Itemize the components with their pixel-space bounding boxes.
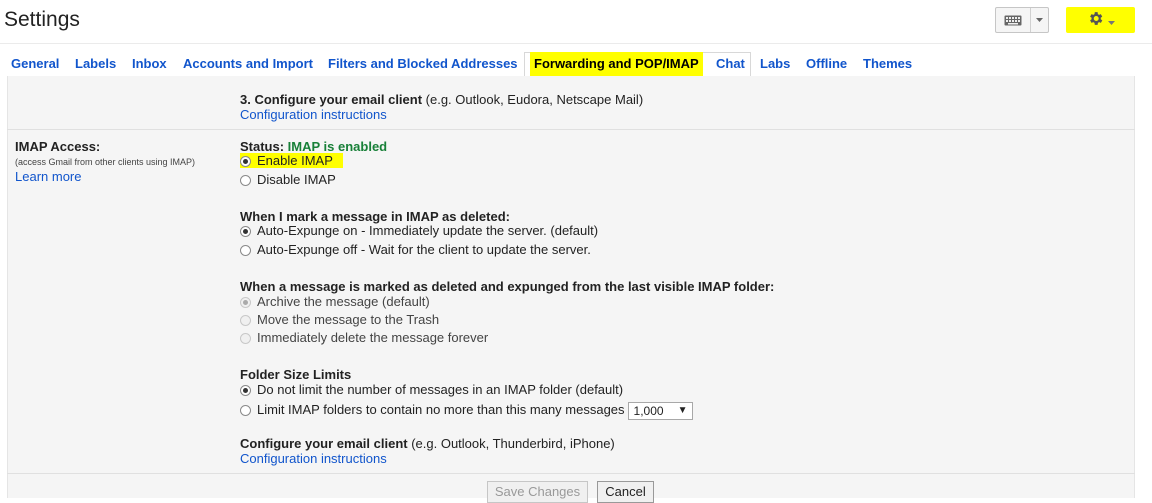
footer-divider [7, 473, 1135, 474]
header-divider [0, 43, 1152, 44]
delete-forever-radio[interactable] [240, 333, 251, 345]
auto-expunge-off-radio[interactable] [240, 245, 251, 257]
input-tools-button[interactable] [995, 7, 1049, 33]
tab-chat[interactable]: Chat [716, 52, 745, 76]
settings-tabs: General Labels Inbox Accounts and Import… [0, 52, 1152, 76]
auto-expunge-off-label: Auto-Expunge off - Wait for the client t… [257, 242, 591, 257]
pop-step3-text: 3. Configure your email client (e.g. Out… [240, 92, 643, 107]
archive-option[interactable]: Archive the message (default) [240, 293, 430, 311]
delete-forever-label: Immediately delete the message forever [257, 330, 489, 345]
imap-config-instructions-link[interactable]: Configuration instructions [240, 451, 387, 466]
trash-option[interactable]: Move the message to the Trash [240, 311, 439, 329]
pop-config-instructions-link[interactable]: Configuration instructions [240, 107, 387, 122]
keyboard-icon[interactable] [996, 8, 1031, 32]
limit-radio[interactable] [240, 405, 251, 417]
save-changes-button[interactable]: Save Changes [487, 481, 588, 503]
tab-forwarding-and-pop-imap[interactable]: Forwarding and POP/IMAP [530, 52, 703, 76]
disable-imap-option[interactable]: Disable IMAP [240, 171, 336, 189]
tab-themes[interactable]: Themes [863, 52, 912, 76]
page-title: Settings [4, 8, 80, 31]
imap-access-label: IMAP Access: [15, 139, 101, 154]
disable-imap-radio[interactable] [240, 175, 251, 187]
enable-imap-option[interactable]: Enable IMAP [240, 152, 343, 170]
trash-label: Move the message to the Trash [257, 312, 440, 327]
tab-offline[interactable]: Offline [806, 52, 847, 76]
gear-icon [1087, 10, 1104, 30]
enable-imap-radio[interactable] [240, 156, 251, 168]
settings-gear-button[interactable] [1066, 7, 1135, 33]
pop-step3-heading: 3. Configure your email client [240, 92, 423, 107]
tab-filters-and-blocked-addresses[interactable]: Filters and Blocked Addresses [328, 52, 518, 76]
delete-forever-option[interactable]: Immediately delete the message forever [240, 329, 488, 347]
tab-inbox[interactable]: Inbox [132, 52, 167, 76]
chevron-down-icon [1107, 13, 1115, 28]
client-config-examples: (e.g. Outlook, Thunderbird, iPhone) [407, 436, 615, 451]
enable-imap-label: Enable IMAP [257, 153, 333, 168]
limit-label: Limit IMAP folders to contain no more th… [257, 402, 625, 417]
archive-radio[interactable] [240, 297, 251, 309]
no-limit-label: Do not limit the number of messages in a… [257, 382, 624, 397]
archive-label: Archive the message (default) [257, 294, 430, 309]
dropdown-arrow-icon: ▼ [677, 404, 688, 416]
imap-learn-more-link[interactable]: Learn more [15, 169, 81, 184]
tab-accounts-and-import[interactable]: Accounts and Import [183, 52, 313, 76]
tab-labels[interactable]: Labels [75, 52, 116, 76]
auto-expunge-on-radio[interactable] [240, 226, 251, 238]
chevron-down-icon[interactable] [1031, 18, 1048, 22]
limit-select[interactable]: 1,000 ▼ [627, 401, 693, 420]
trash-radio[interactable] [240, 315, 251, 327]
disable-imap-label: Disable IMAP [257, 172, 336, 187]
tab-general[interactable]: General [11, 52, 59, 76]
auto-expunge-on-label: Auto-Expunge on - Immediately update the… [257, 223, 599, 238]
client-config-heading: Configure your email client [240, 436, 408, 451]
pop-step3-examples: (e.g. Outlook, Eudora, Netscape Mail) [422, 92, 644, 107]
imap-access-sublabel: (access Gmail from other clients using I… [15, 157, 196, 167]
expunged-heading: When a message is marked as deleted and … [240, 279, 775, 294]
auto-expunge-on-option[interactable]: Auto-Expunge on - Immediately update the… [240, 222, 598, 240]
no-limit-option[interactable]: Do not limit the number of messages in a… [240, 381, 623, 399]
folder-size-heading: Folder Size Limits [240, 367, 352, 382]
client-config-text: Configure your email client (e.g. Outloo… [240, 436, 615, 451]
auto-expunge-off-option[interactable]: Auto-Expunge off - Wait for the client t… [240, 241, 591, 259]
no-limit-radio[interactable] [240, 385, 251, 397]
cancel-button[interactable]: Cancel [597, 481, 654, 503]
limit-select-value: 1,000 [633, 403, 664, 418]
tab-labs[interactable]: Labs [760, 52, 790, 76]
limit-option[interactable]: Limit IMAP folders to contain no more th… [240, 401, 693, 420]
section-divider [7, 129, 1135, 130]
